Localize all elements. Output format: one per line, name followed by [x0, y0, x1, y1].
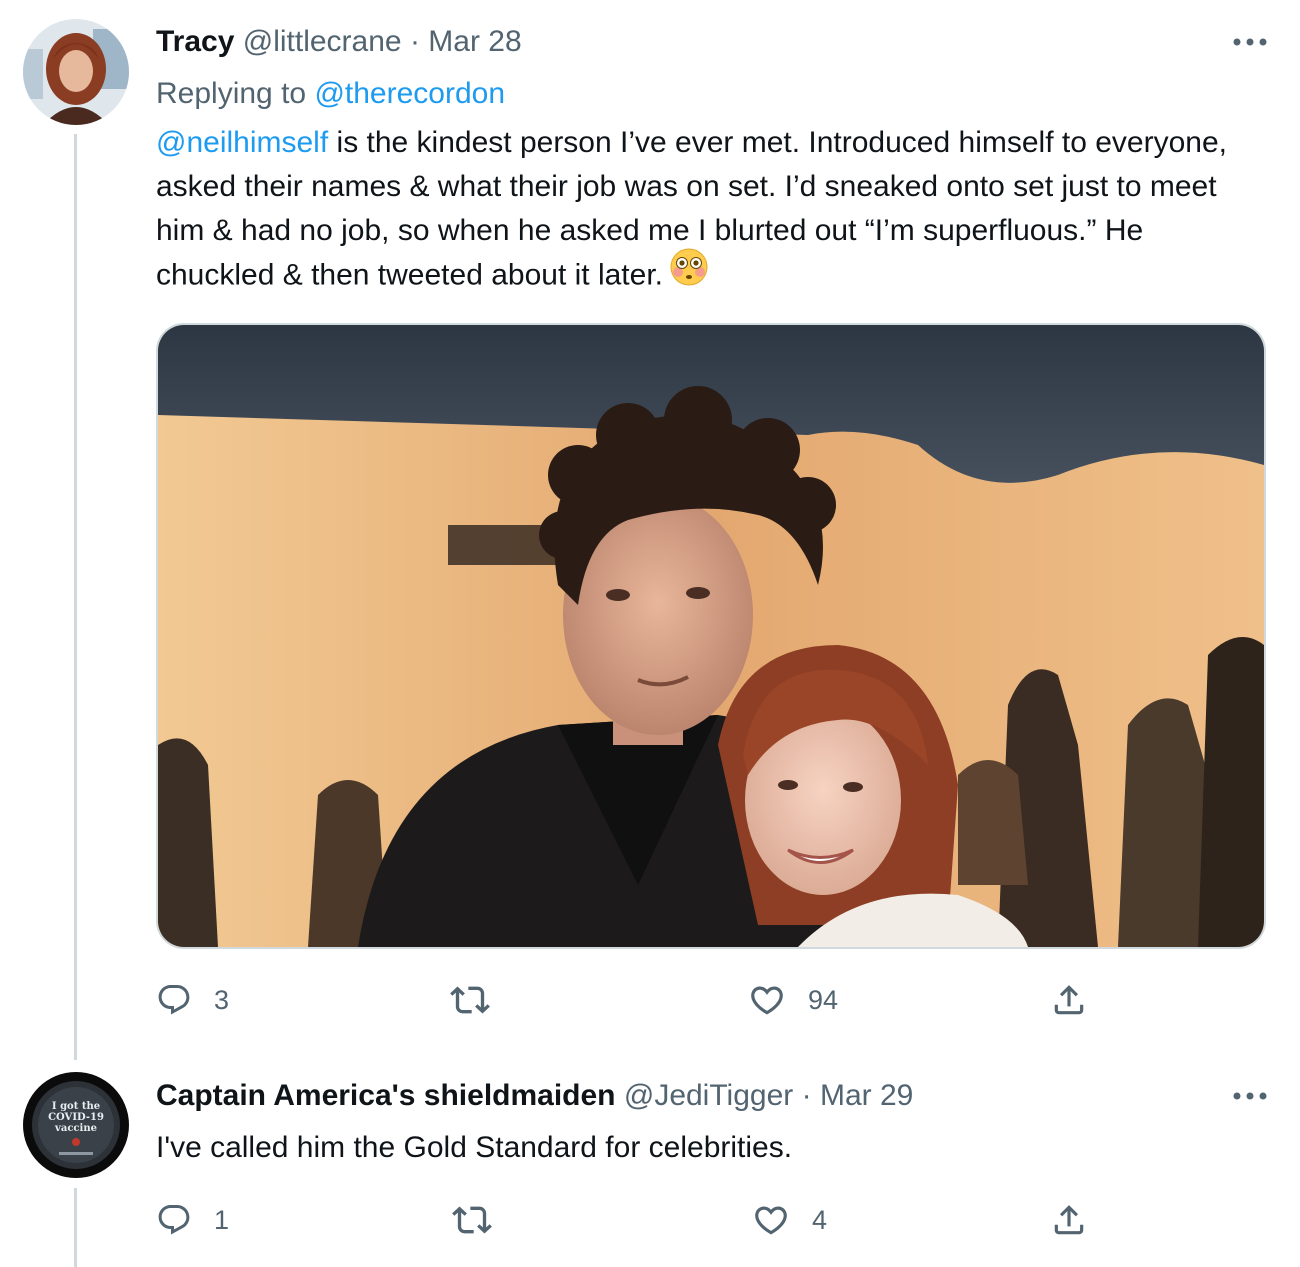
tweet-header: Captain America's shieldmaiden @JediTigg… — [156, 1076, 913, 1116]
like-count: 4 — [812, 1204, 828, 1235]
tweet-date[interactable]: Mar 28 — [428, 25, 521, 58]
tweet-text: @neilhimself is the kindest person I’ve … — [156, 121, 1266, 300]
reply-button[interactable]: 3 — [156, 975, 229, 1025]
tweet-date[interactable]: Mar 29 — [820, 1079, 913, 1112]
reply-icon — [156, 1202, 192, 1238]
author-handle[interactable]: @JediTigger — [624, 1079, 793, 1112]
author-handle[interactable]: @littlecrane — [243, 25, 402, 58]
tweet: Tracy @littlecrane · Mar 28 Replying to … — [0, 0, 1300, 1060]
reply-button[interactable]: 1 — [156, 1195, 229, 1245]
more-icon[interactable] — [1230, 22, 1270, 62]
author-name[interactable]: Tracy — [156, 25, 234, 58]
separator: · — [409, 25, 420, 58]
share-icon — [1050, 981, 1088, 1019]
tweet-header: Tracy @littlecrane · Mar 28 — [156, 22, 522, 62]
separator: · — [801, 1079, 812, 1112]
retweet-button[interactable] — [452, 1195, 514, 1245]
reply-count: 1 — [214, 1204, 230, 1235]
like-button[interactable]: 4 — [752, 1195, 827, 1245]
tweet-actions: 1 4 — [0, 1195, 1300, 1245]
mention-link[interactable]: @neilhimself — [156, 126, 328, 159]
like-count: 94 — [808, 984, 839, 1015]
tweet-photo[interactable] — [156, 323, 1266, 949]
share-button[interactable] — [1050, 975, 1088, 1025]
retweet-icon — [452, 1200, 492, 1240]
replying-to: Replying to @therecordon — [156, 74, 505, 114]
replying-to-handle[interactable]: @therecordon — [314, 77, 505, 110]
avatar[interactable] — [23, 19, 129, 125]
flushed-face-emoji — [669, 247, 709, 300]
tweet-text: I've called him the Gold Standard for ce… — [156, 1131, 793, 1164]
share-button[interactable] — [1050, 1195, 1088, 1245]
avatar-badge-line1: I got the — [52, 1101, 100, 1112]
retweet-icon — [450, 980, 490, 1020]
tweet-actions: 3 94 — [0, 975, 1300, 1025]
like-icon — [748, 981, 786, 1019]
avatar-badge-line3: vaccine — [54, 1123, 97, 1134]
like-button[interactable]: 94 — [748, 975, 838, 1025]
retweet-button[interactable] — [450, 975, 512, 1025]
reply-icon — [156, 982, 192, 1018]
share-icon — [1050, 1201, 1088, 1239]
tweet: I got the COVID-19 vaccine Captain Ameri… — [0, 1060, 1300, 1267]
replying-to-prefix: Replying to — [156, 77, 307, 110]
avatar[interactable]: I got the COVID-19 vaccine — [23, 1072, 129, 1178]
author-name[interactable]: Captain America's shieldmaiden — [156, 1079, 616, 1112]
thread-line — [74, 134, 77, 1060]
like-icon — [752, 1201, 790, 1239]
reply-count: 3 — [214, 984, 230, 1015]
avatar-badge-line2: COVID-19 — [48, 1112, 104, 1123]
more-icon[interactable] — [1230, 1076, 1270, 1116]
